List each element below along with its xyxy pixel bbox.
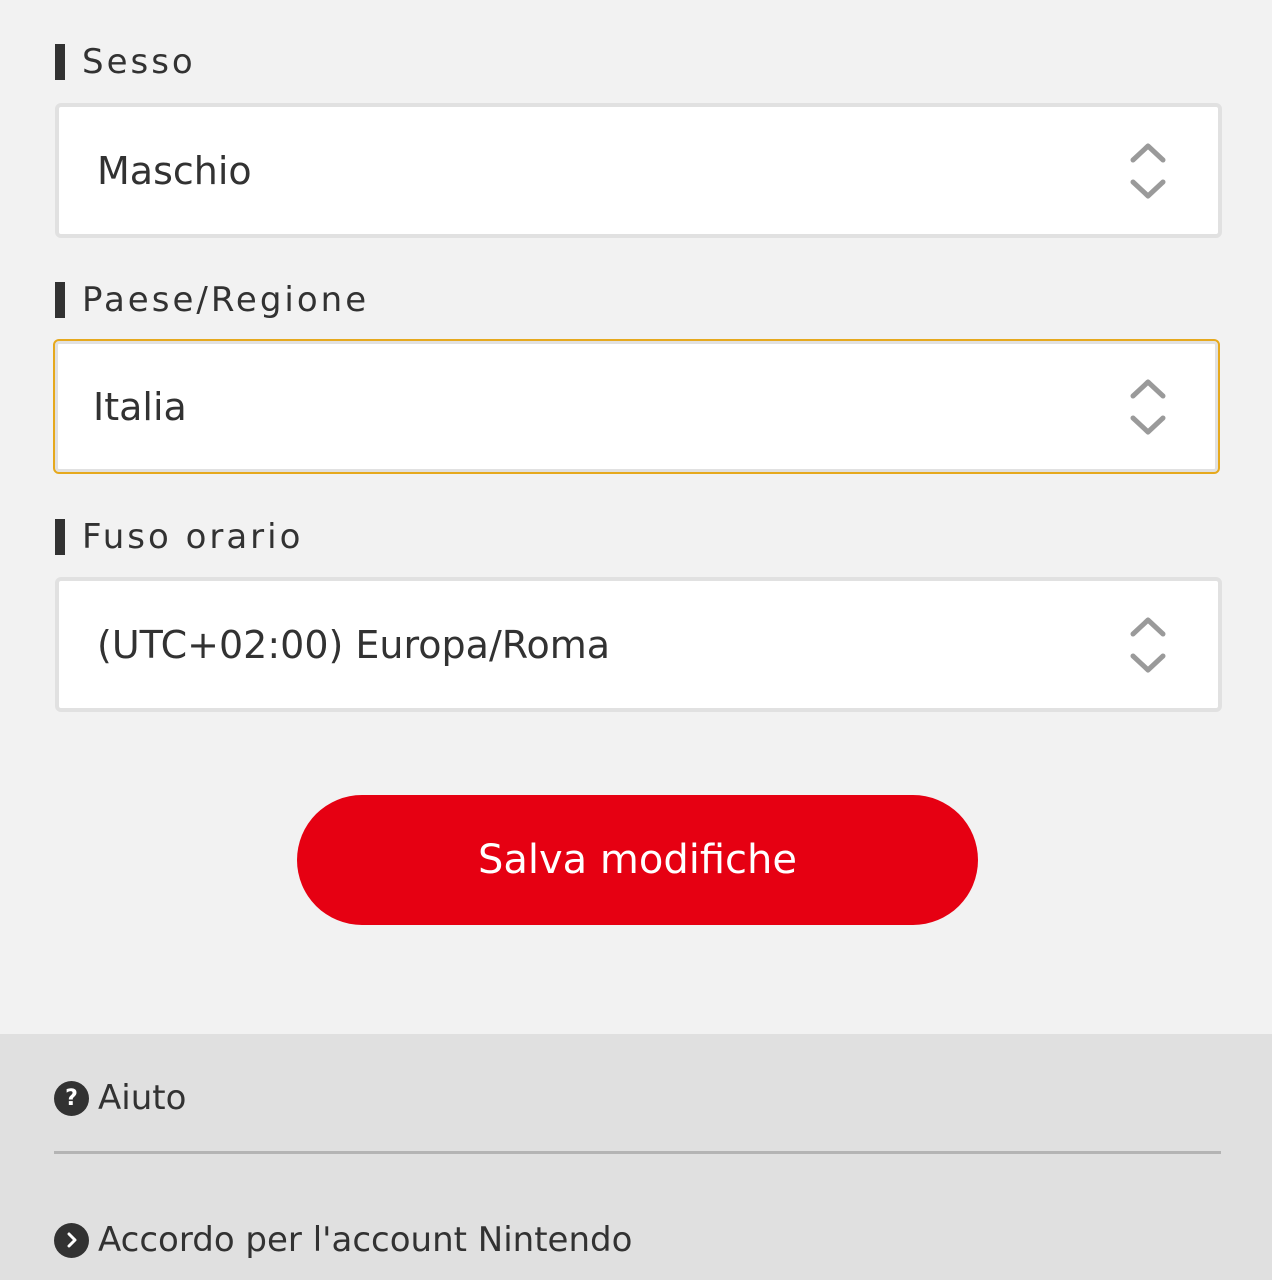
timezone-label-text: Fuso orario (82, 517, 304, 557)
help-link-label: Aiuto (98, 1078, 187, 1118)
up-down-chevron-icon (1130, 379, 1166, 434)
up-down-chevron-icon (1130, 143, 1166, 198)
chevron-right-icon (67, 1232, 76, 1248)
timezone-label: Fuso orario (55, 517, 304, 557)
nintendo-account-agreement-link[interactable]: Accordo per l'account Nintendo (54, 1220, 632, 1260)
label-marker (55, 282, 65, 318)
label-marker (55, 519, 65, 555)
label-marker (55, 44, 65, 80)
gender-select-value: Maschio (97, 148, 252, 193)
timezone-select-value: (UTC+02:00) Europa/Roma (97, 622, 610, 667)
settings-form: Sesso Maschio Paese/Regione Italia Fuso … (0, 0, 1272, 1034)
save-changes-button[interactable]: Salva modifiche (297, 795, 978, 925)
gender-select[interactable]: Maschio (55, 103, 1222, 238)
country-select[interactable]: Italia (53, 339, 1220, 474)
gender-label: Sesso (55, 42, 196, 82)
country-label: Paese/Regione (55, 280, 370, 320)
question-circle-icon: ? (54, 1080, 89, 1116)
footer-divider (54, 1151, 1221, 1154)
timezone-select[interactable]: (UTC+02:00) Europa/Roma (55, 577, 1222, 712)
gender-label-text: Sesso (82, 42, 196, 82)
help-link[interactable]: ? Aiuto (54, 1078, 186, 1118)
country-select-value: Italia (93, 384, 187, 429)
chevron-right-circle-icon (54, 1222, 89, 1258)
country-label-text: Paese/Regione (82, 280, 370, 320)
footer: ? Aiuto Accordo per l'account Nintendo (0, 1034, 1272, 1280)
up-down-chevron-icon (1130, 617, 1166, 672)
account-settings-page: Sesso Maschio Paese/Regione Italia Fuso … (0, 0, 1272, 1280)
agreement-link-label: Accordo per l'account Nintendo (98, 1220, 633, 1260)
